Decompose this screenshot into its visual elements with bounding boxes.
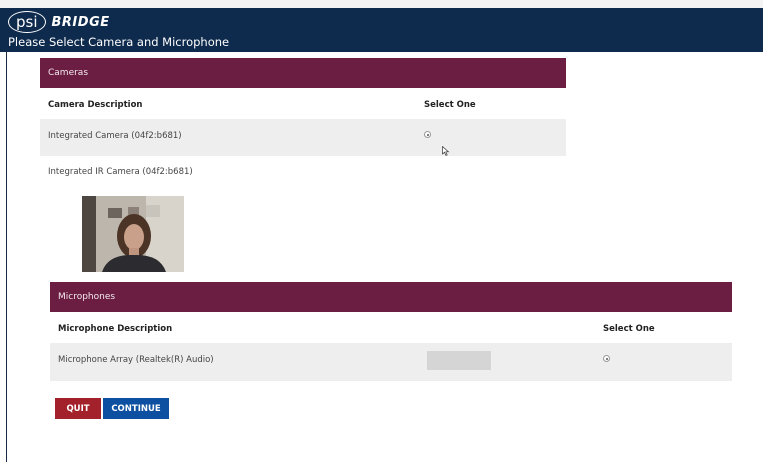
page-title: Please Select Camera and Microphone xyxy=(8,35,230,49)
microphone-select-column-header: Select One xyxy=(603,324,655,334)
app-header: psi BRIDGE Please Select Camera and Micr… xyxy=(0,8,763,52)
camera-preview-image xyxy=(82,196,184,272)
continue-button[interactable]: CONTINUE xyxy=(103,398,169,419)
camera-label-integrated: Integrated Camera (04f2:b681) xyxy=(48,131,182,141)
browser-top-strip xyxy=(0,0,763,8)
left-border xyxy=(6,52,7,462)
microphones-section-label: Microphones xyxy=(58,292,116,302)
cameras-section-label: Cameras xyxy=(48,68,89,78)
microphone-label-array: Microphone Array (Realtek(R) Audio) xyxy=(58,355,214,365)
quit-button[interactable]: QUIT xyxy=(55,398,101,419)
audio-level-meter xyxy=(427,351,491,370)
microphone-description-column-header: Microphone Description xyxy=(58,324,173,334)
camera-label-ir[interactable]: Integrated IR Camera (04f2:b681) xyxy=(48,167,193,177)
microphone-radio-array[interactable] xyxy=(603,355,610,362)
microphones-section-header: Microphones xyxy=(50,282,732,312)
camera-select-column-header: Select One xyxy=(424,100,476,110)
camera-description-column-header: Camera Description xyxy=(48,100,143,110)
camera-preview xyxy=(82,196,184,272)
camera-radio-integrated[interactable] xyxy=(424,131,431,138)
mouse-pointer-icon xyxy=(442,146,450,156)
logo-bridge-text: BRIDGE xyxy=(51,14,110,30)
logo-psi-text: psi xyxy=(8,11,46,33)
psi-bridge-logo: psi BRIDGE xyxy=(8,11,110,33)
cameras-section-header: Cameras xyxy=(40,58,566,88)
